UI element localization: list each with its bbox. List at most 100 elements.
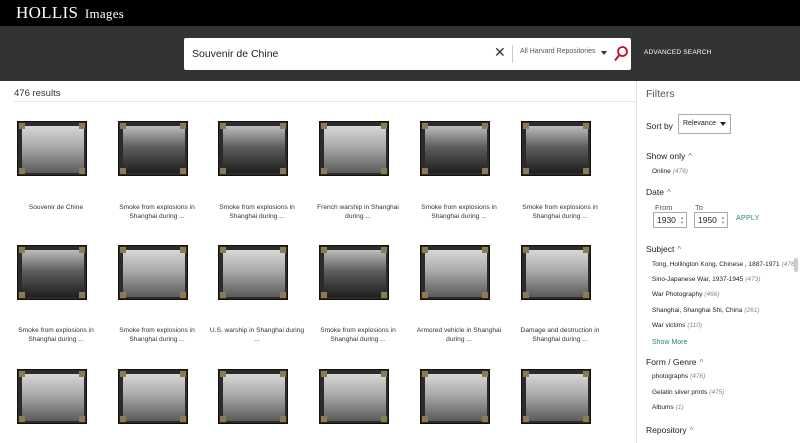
photo-corner	[280, 247, 286, 253]
result-caption[interactable]: Smoke from explosions in Shanghai during…	[510, 204, 610, 221]
result-caption[interactable]: Smoke from explosions in Shanghai during…	[6, 327, 106, 344]
date-from-label: From	[655, 203, 673, 212]
chevron-down-icon[interactable]	[720, 122, 726, 126]
photo-corner	[381, 416, 387, 422]
result-thumbnail[interactable]	[17, 245, 87, 300]
date-from-input[interactable]: 1930 ▲ ▼	[653, 212, 687, 228]
chevron-down-icon[interactable]	[601, 51, 607, 55]
result-caption[interactable]: Smoke from explosions in Shanghai during…	[107, 204, 207, 221]
filter-item-subject[interactable]: War Photography (466)	[652, 291, 720, 298]
photo-image	[526, 250, 588, 297]
search-input[interactable]	[192, 45, 482, 63]
photo-corner	[79, 168, 85, 174]
filter-heading-label: Subject	[646, 244, 675, 254]
photo-corner	[422, 168, 428, 174]
result-caption[interactable]: Souvenir de Chine	[6, 204, 106, 213]
result-thumbnail[interactable]	[218, 245, 288, 300]
result-thumbnail[interactable]	[319, 245, 389, 300]
result-thumbnail[interactable]	[17, 121, 87, 176]
result-thumbnail[interactable]	[118, 369, 188, 424]
filter-form-genre[interactable]: Form / Genre ^	[646, 357, 703, 367]
advanced-search-link[interactable]: ADVANCED SEARCH	[644, 49, 712, 56]
spinner-icon[interactable]: ▲ ▼	[680, 215, 684, 225]
photo-image	[324, 250, 386, 297]
apply-date-button[interactable]: APPLY	[736, 215, 760, 222]
result-thumbnail[interactable]	[17, 369, 87, 424]
filter-item-count: (261)	[744, 306, 760, 314]
result-caption[interactable]: Armored vehicle in Shanghai during ...	[409, 327, 509, 344]
result-caption[interactable]: Damage and destruction in Shanghai durin…	[510, 327, 610, 344]
photo-corner	[523, 168, 529, 174]
filter-item-subject[interactable]: War victims (110)	[652, 322, 702, 329]
logo-sub-text: Images	[84, 6, 125, 21]
result-thumbnail[interactable]	[218, 121, 288, 176]
result-thumbnail[interactable]	[521, 369, 591, 424]
result-thumbnail[interactable]	[521, 121, 591, 176]
filter-subject[interactable]: Subject ^	[646, 244, 681, 254]
filter-item-count: (476)	[672, 168, 688, 175]
photo-image	[123, 374, 185, 421]
repository-select[interactable]: All Harvard Repositories	[520, 48, 595, 55]
filter-item-count: (473)	[745, 276, 761, 284]
close-icon[interactable]: ✕	[494, 44, 506, 61]
filter-item-genre[interactable]: photographs (476)	[652, 373, 705, 380]
photo-corner	[482, 123, 488, 129]
result-thumbnail[interactable]	[420, 369, 490, 424]
photo-corner	[19, 168, 25, 174]
filter-heading-label: Date	[646, 187, 664, 197]
result-thumbnail[interactable]	[521, 245, 591, 300]
sidebar-scrollbar[interactable]	[794, 258, 798, 272]
result-thumbnail[interactable]	[118, 121, 188, 176]
filter-show-only[interactable]: Show only ^	[646, 151, 692, 161]
date-to-label: To	[695, 203, 703, 212]
photo-corner	[180, 168, 186, 174]
search-box: ✕ All Harvard Repositories	[184, 38, 631, 70]
sort-by-label: Sort by	[646, 121, 673, 131]
result-caption[interactable]: Smoke from explosions in Shanghai during…	[308, 327, 408, 344]
photo-corner	[422, 247, 428, 253]
photo-corner	[422, 416, 428, 422]
photo-corner	[220, 168, 226, 174]
photo-corner	[120, 123, 126, 129]
filter-item-subject[interactable]: Tong, Hollington Kong, Chinese , 1887-19…	[652, 261, 797, 268]
filter-item-count: (110)	[687, 321, 703, 329]
results-count: 476 results	[14, 88, 61, 99]
photo-corner	[120, 168, 126, 174]
result-caption[interactable]: Smoke from explosions in Shanghai during…	[107, 327, 207, 344]
photo-corner	[120, 292, 126, 298]
filter-repository[interactable]: Repository ^	[646, 425, 693, 435]
result-caption[interactable]: Smoke from explosions in Shanghai during…	[207, 204, 307, 221]
filter-date[interactable]: Date ^	[646, 187, 671, 197]
result-thumbnail[interactable]	[218, 369, 288, 424]
photo-corner	[381, 123, 387, 129]
show-more-button[interactable]: Show More	[652, 339, 687, 346]
photo-corner	[19, 371, 25, 377]
photo-corner	[120, 416, 126, 422]
photo-corner	[120, 247, 126, 253]
result-caption[interactable]: Smoke from explosions in Shanghai during…	[409, 204, 509, 221]
result-caption[interactable]: French warship in Shanghai during ...	[308, 204, 408, 221]
search-icon[interactable]	[613, 45, 629, 63]
result-thumbnail[interactable]	[319, 369, 389, 424]
sidebar-divider	[636, 81, 637, 443]
result-thumbnail[interactable]	[118, 245, 188, 300]
filter-item-genre[interactable]: Albums (1)	[652, 404, 684, 411]
photo-corner	[422, 371, 428, 377]
result-thumbnail[interactable]	[420, 245, 490, 300]
result-thumbnail[interactable]	[420, 121, 490, 176]
filter-item-subject[interactable]: Shanghai, Shanghai Shi, China (261)	[652, 307, 760, 314]
hollis-logo[interactable]: HOLLIS Images	[16, 3, 124, 23]
filter-item-online[interactable]: Online (476)	[652, 168, 688, 175]
spinner-icon[interactable]: ▲ ▼	[721, 215, 725, 225]
filter-item-label: photographs	[652, 373, 689, 380]
chevron-up-icon: ^	[666, 188, 671, 197]
result-caption[interactable]: U.S. warship in Shanghai during ...	[207, 327, 307, 344]
filter-item-subject[interactable]: Sino-Japanese War, 1937-1945 (473)	[652, 276, 760, 283]
photo-corner	[19, 292, 25, 298]
photo-image	[223, 250, 285, 297]
photo-corner	[79, 416, 85, 422]
filter-item-genre[interactable]: Gelatin silver prints (475)	[652, 389, 724, 396]
date-to-input[interactable]: 1950 ▲ ▼	[694, 212, 728, 228]
search-divider	[512, 45, 513, 63]
result-thumbnail[interactable]	[319, 121, 389, 176]
